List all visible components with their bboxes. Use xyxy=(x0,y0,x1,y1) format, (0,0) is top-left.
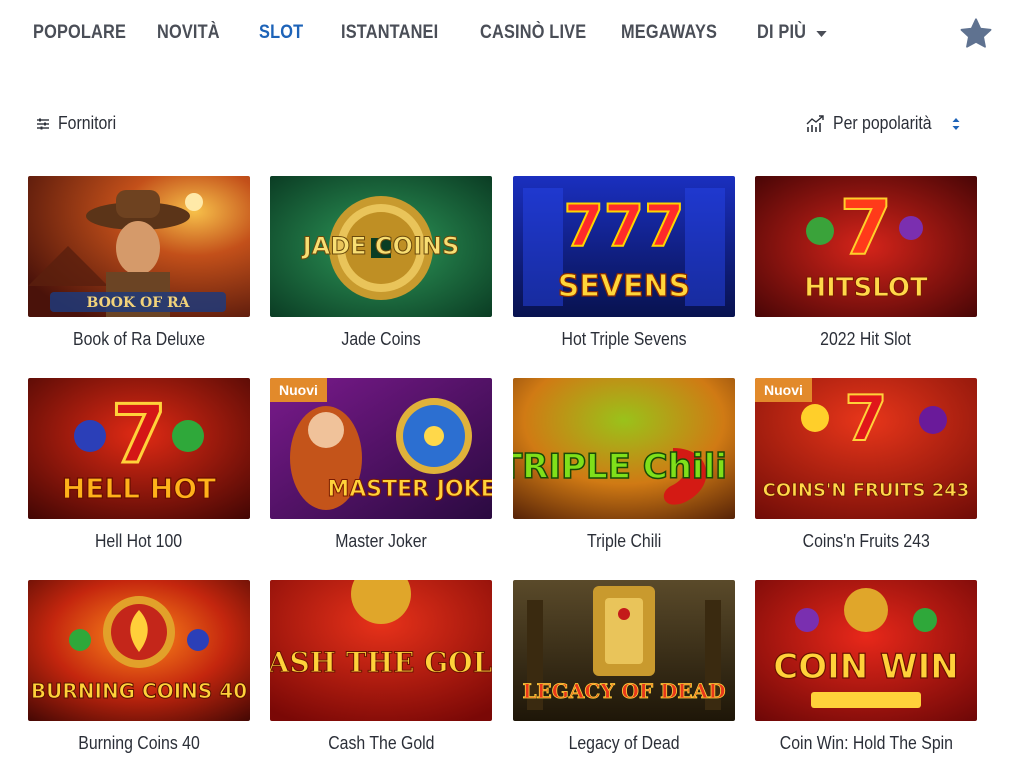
sort-dropdown[interactable]: Per popolarità xyxy=(806,113,961,134)
game-tile-cash-the-gold[interactable]: CASH THE GOLD Cash The Gold xyxy=(270,580,492,753)
game-title: Legacy of Dead xyxy=(568,733,680,753)
game-tile-coins-n-fruits-243[interactable]: 7 COINS'N FRUITS 243 Nuovi Coins'n Fruit… xyxy=(755,378,977,551)
game-title: Burning Coins 40 xyxy=(78,733,200,753)
game-art-text: COINS'N FRUITS 243 xyxy=(763,480,970,501)
nav-more-label: DI PIÙ xyxy=(757,22,807,43)
game-art-text: BURNING COINS 40 xyxy=(31,679,247,703)
sort-updown-icon xyxy=(952,117,960,130)
game-thumbnail: MASTER JOKER Nuovi xyxy=(270,378,492,519)
game-tile-master-joker[interactable]: MASTER JOKER Nuovi Master Joker xyxy=(270,378,492,551)
game-art-text: TRIPLE Chili xyxy=(513,447,727,487)
nav-tab-popolare[interactable]: POPOLARE xyxy=(33,22,126,44)
game-thumbnail: BURNING COINS 40 xyxy=(28,580,250,721)
game-art-text: CASH THE GOLD xyxy=(270,646,492,679)
game-title: Cash The Gold xyxy=(327,733,435,753)
game-thumbnail: COIN WIN xyxy=(755,580,977,721)
nav-tab-istantanei[interactable]: ISTANTANEI xyxy=(341,22,438,44)
game-thumbnail: 7 HITSLOT xyxy=(755,176,977,317)
game-tile-coin-win-hold-the-spin[interactable]: COIN WIN Coin Win: Hold The Spin xyxy=(755,580,977,753)
sort-label: Per popolarità xyxy=(833,113,932,133)
game-thumbnail: LEGACY OF DEAD xyxy=(513,580,735,721)
game-tile-burning-coins-40[interactable]: BURNING COINS 40 Burning Coins 40 xyxy=(28,580,250,753)
game-art-text: MASTER JOKER xyxy=(327,477,492,502)
game-art-text: SEVENS xyxy=(558,269,691,304)
new-badge: Nuovi xyxy=(755,378,812,402)
game-tile-triple-chili[interactable]: TRIPLE Chili Triple Chili xyxy=(513,378,735,551)
nav-tab-megaways[interactable]: MEGAWAYS xyxy=(621,22,717,44)
nav-tab-slot[interactable]: SLOT xyxy=(259,22,303,44)
game-title: Coins'n Fruits 243 xyxy=(802,531,930,551)
svg-text:7: 7 xyxy=(840,183,893,272)
games-toolbar: Fornitori Per popolarità xyxy=(0,108,1024,142)
game-art-text: LEGACY OF DEAD xyxy=(522,679,725,703)
nav-tab-novita[interactable]: NOVITÀ xyxy=(157,22,220,44)
providers-filter-label: Fornitori xyxy=(58,113,117,133)
game-tile-jade-coins[interactable]: JADE COINS Jade Coins xyxy=(270,176,492,349)
game-title: Jade Coins xyxy=(341,329,421,349)
game-title: Triple Chili xyxy=(586,531,662,551)
game-thumbnail: 777 SEVENS xyxy=(513,176,735,317)
game-title: Book of Ra Deluxe xyxy=(72,329,206,349)
game-art-text: BOOK OF RA xyxy=(86,295,190,311)
filter-sliders-icon xyxy=(37,118,49,129)
svg-text:7: 7 xyxy=(111,388,167,481)
chevron-down-icon xyxy=(816,31,827,37)
category-nav: POPOLARE NOVITÀ SLOT ISTANTANEI CASINÒ L… xyxy=(0,0,1024,68)
game-art-text: HELL HOT xyxy=(62,472,216,505)
game-tile-2022-hit-slot[interactable]: 7 HITSLOT 2022 Hit Slot xyxy=(755,176,977,349)
svg-text:777: 777 xyxy=(563,192,684,260)
game-tile-hell-hot-100[interactable]: 7 HELL HOT Hell Hot 100 xyxy=(28,378,250,551)
new-badge: Nuovi xyxy=(270,378,327,402)
game-art-text: JADE COINS xyxy=(301,232,460,260)
game-art-text: COIN WIN xyxy=(773,647,958,687)
game-tile-hot-triple-sevens[interactable]: 777 SEVENS Hot Triple Sevens xyxy=(513,176,735,349)
game-title: Master Joker xyxy=(335,531,427,551)
trending-chart-icon xyxy=(806,114,824,132)
game-thumbnail: 7 HELL HOT xyxy=(28,378,250,519)
game-thumbnail: CASH THE GOLD xyxy=(270,580,492,721)
nav-tab-casino-live[interactable]: CASINÒ LIVE xyxy=(480,22,586,44)
game-art-text: HITSLOT xyxy=(804,273,928,303)
providers-filter-button[interactable]: Fornitori xyxy=(36,113,124,134)
svg-text:7: 7 xyxy=(844,382,887,455)
game-tile-legacy-of-dead[interactable]: LEGACY OF DEAD Legacy of Dead xyxy=(513,580,735,753)
game-thumbnail: BOOK OF RA xyxy=(28,176,250,317)
game-tile-book-of-ra-deluxe[interactable]: BOOK OF RA Book of Ra Deluxe xyxy=(28,176,250,349)
game-title: 2022 Hit Slot xyxy=(820,329,912,349)
game-thumbnail: JADE COINS xyxy=(270,176,492,317)
favorites-star-icon[interactable] xyxy=(958,16,994,52)
game-title: Hell Hot 100 xyxy=(95,531,183,551)
game-thumbnail: TRIPLE Chili xyxy=(513,378,735,519)
game-thumbnail: 7 COINS'N FRUITS 243 Nuovi xyxy=(755,378,977,519)
nav-more-dropdown[interactable]: DI PIÙ xyxy=(757,22,827,44)
game-title: Hot Triple Sevens xyxy=(561,329,687,349)
game-title: Coin Win: Hold The Spin xyxy=(779,733,953,753)
